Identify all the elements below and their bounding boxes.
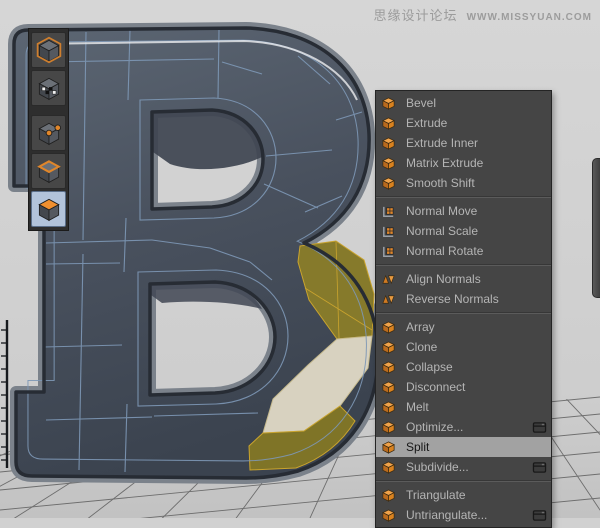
normal-scale-icon	[381, 224, 396, 239]
extrude-icon	[381, 116, 396, 131]
menu-item-collapse[interactable]: Collapse	[376, 357, 551, 377]
polygon-context-menu: Bevel Extrude Extrude Inner Matrix Extru…	[375, 90, 552, 528]
menu-item-reverse-normals[interactable]: Reverse Normals	[376, 289, 551, 309]
triangulate-icon	[381, 488, 396, 503]
toolbar-texture-mode-button[interactable]	[31, 70, 66, 106]
normal-rotate-icon	[381, 244, 396, 259]
normal-move-icon	[381, 204, 396, 219]
menu-item-optimize[interactable]: Optimize...	[376, 417, 551, 437]
right-edge-object	[592, 158, 600, 298]
extrude-inner-icon	[381, 136, 396, 151]
watermark-site-name: 思缘设计论坛	[374, 5, 458, 24]
align-normals-icon	[381, 272, 396, 287]
smooth-shift-icon	[381, 176, 396, 191]
menu-separator	[376, 312, 551, 314]
menu-item-normal-scale[interactable]: Normal Scale	[376, 221, 551, 241]
toolbar-point-mode-button[interactable]	[31, 115, 66, 151]
subdivide-icon	[381, 460, 396, 475]
polygon-mode-icon	[35, 195, 63, 223]
menu-item-melt[interactable]: Melt	[376, 397, 551, 417]
toolbar-model-mode-button[interactable]	[31, 32, 66, 68]
model-mode-icon	[35, 36, 63, 64]
reverse-normals-icon	[381, 292, 396, 307]
menu-item-bevel[interactable]: Bevel	[376, 93, 551, 113]
menu-item-normal-rotate[interactable]: Normal Rotate	[376, 241, 551, 261]
toolbar-polygon-mode-button[interactable]	[31, 191, 66, 227]
menu-separator	[376, 196, 551, 198]
matrix-extrude-icon	[381, 156, 396, 171]
mode-toolbar	[28, 28, 69, 231]
menu-separator	[376, 264, 551, 266]
edge-mode-icon	[35, 157, 63, 185]
optimize-icon	[381, 420, 396, 435]
menu-separator	[376, 480, 551, 482]
array-icon	[381, 320, 396, 335]
watermark: 思缘设计论坛 WWW.MISSYUAN.COM	[374, 5, 592, 24]
options-dialog-icon	[532, 461, 547, 474]
collapse-icon	[381, 360, 396, 375]
options-dialog-icon	[532, 421, 547, 434]
menu-item-split[interactable]: Split	[376, 437, 551, 457]
untriangulate-icon	[381, 508, 396, 523]
menu-item-array[interactable]: Array	[376, 317, 551, 337]
texture-mode-icon	[35, 74, 63, 102]
watermark-site-url: WWW.MISSYUAN.COM	[467, 12, 592, 23]
menu-item-matrix-extrude[interactable]: Matrix Extrude	[376, 153, 551, 173]
menu-item-smooth-shift[interactable]: Smooth Shift	[376, 173, 551, 193]
menu-item-normal-move[interactable]: Normal Move	[376, 201, 551, 221]
split-icon	[381, 440, 396, 455]
options-dialog-icon	[532, 509, 547, 522]
menu-item-extrude-inner[interactable]: Extrude Inner	[376, 133, 551, 153]
menu-item-clone[interactable]: Clone	[376, 337, 551, 357]
menu-item-align-normals[interactable]: Align Normals	[376, 269, 551, 289]
clone-icon	[381, 340, 396, 355]
disconnect-icon	[381, 380, 396, 395]
menu-item-triangulate[interactable]: Triangulate	[376, 485, 551, 505]
point-mode-icon	[35, 119, 63, 147]
melt-icon	[381, 400, 396, 415]
menu-item-extrude[interactable]: Extrude	[376, 113, 551, 133]
toolbar-edge-mode-button[interactable]	[31, 153, 66, 189]
menu-item-untriangulate[interactable]: Untriangulate...	[376, 505, 551, 525]
bevel-icon	[381, 96, 396, 111]
menu-item-subdivide[interactable]: Subdivide...	[376, 457, 551, 477]
menu-item-disconnect[interactable]: Disconnect	[376, 377, 551, 397]
